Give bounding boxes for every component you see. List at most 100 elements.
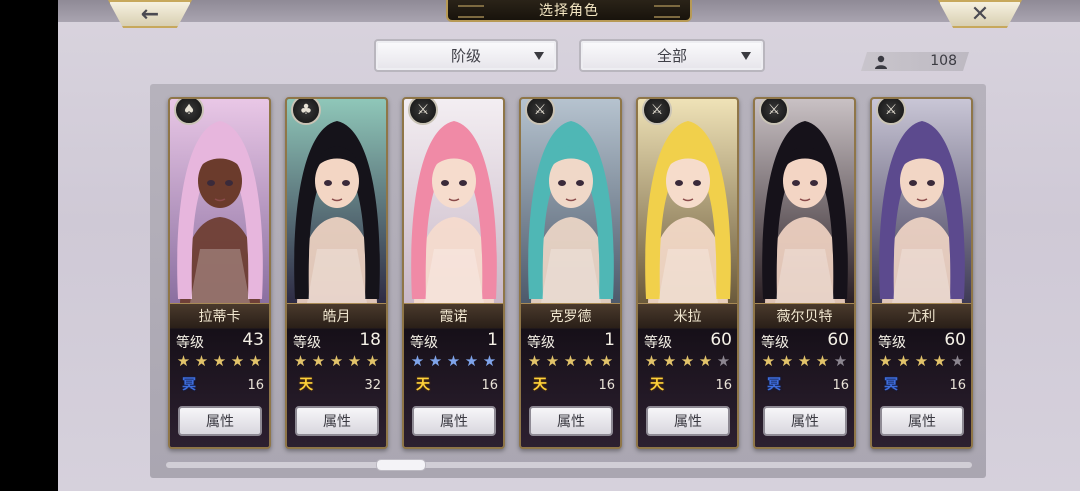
character-name-label: 皓月 (322, 309, 351, 325)
horizontal-scrollbar[interactable] (166, 462, 972, 468)
tier-count: 32 (364, 378, 381, 393)
character-card[interactable]: ♣ 皓月 等级 18 ★ ★ ★ ★ ★ 天 32 属性 (285, 97, 388, 449)
star-icon: ★ (293, 352, 308, 370)
attribute-button-label: 属性 (791, 414, 819, 430)
star-icon: ★ (716, 352, 731, 370)
type-filter-dropdown[interactable]: 全部 (579, 39, 765, 72)
character-name: 拉蒂卡 (170, 303, 269, 329)
roster-count-value: 108 (930, 53, 957, 69)
tier-count: 16 (832, 378, 849, 393)
tier-row: 天 16 (527, 376, 615, 396)
attribute-button[interactable]: 属性 (763, 406, 847, 436)
level-label: 等级 (293, 335, 321, 351)
level-row: 等级 60 (644, 330, 732, 351)
star-icon: ★ (779, 352, 794, 370)
title-plate: 选择角色 (446, 0, 692, 22)
star-icon: ★ (599, 352, 614, 370)
tier-count: 16 (247, 378, 264, 393)
star-icon: ★ (329, 352, 344, 370)
character-name: 尤利 (872, 303, 971, 329)
character-portrait (872, 99, 971, 303)
attribute-button-label: 属性 (557, 414, 585, 430)
character-name: 米拉 (638, 303, 737, 329)
dropdown-arrow-icon (534, 52, 544, 60)
level-label: 等级 (176, 335, 204, 351)
back-button[interactable]: ← (108, 0, 192, 28)
attribute-button-label: 属性 (440, 414, 468, 430)
dropdown-arrow-icon (741, 52, 751, 60)
character-card[interactable]: ⚔ 尤利 等级 60 ★ ★ ★ ★ ★ 冥 16 属性 (870, 97, 973, 449)
star-icon: ★ (230, 352, 245, 370)
level-value: 1 (487, 330, 498, 350)
tier-row: 冥 16 (761, 376, 849, 396)
star-icon: ★ (581, 352, 596, 370)
tier-count: 16 (949, 378, 966, 393)
tier-count: 16 (715, 378, 732, 393)
attribute-button[interactable]: 属性 (295, 406, 379, 436)
roster-count: 108 (861, 52, 969, 71)
close-button[interactable]: ✕ (938, 0, 1022, 28)
attribute-button[interactable]: 属性 (646, 406, 730, 436)
character-card[interactable]: ⚔ 克罗德 等级 1 ★ ★ ★ ★ ★ 天 16 属性 (519, 97, 622, 449)
level-value: 60 (944, 330, 966, 350)
star-icon: ★ (797, 352, 812, 370)
attribute-button[interactable]: 属性 (880, 406, 964, 436)
star-icon: ★ (932, 352, 947, 370)
character-name: 薇尔贝特 (755, 303, 854, 329)
level-row: 等级 60 (878, 330, 966, 351)
character-info: 等级 60 ★ ★ ★ ★ ★ 天 16 属性 (638, 328, 737, 447)
character-card[interactable]: ⚔ 霞诺 等级 1 ★ ★ ★ ★ ★ 天 16 属性 (402, 97, 505, 449)
star-icon: ★ (410, 352, 425, 370)
level-row: 等级 1 (410, 330, 498, 351)
character-card[interactable]: ♠ 拉蒂卡 等级 43 ★ ★ ★ ★ ★ 冥 16 属性 (168, 97, 271, 449)
star-icon: ★ (833, 352, 848, 370)
star-icon: ★ (347, 352, 362, 370)
tier-badge: 天 (650, 377, 664, 393)
star-icon: ★ (176, 352, 191, 370)
tier-row: 天 16 (410, 376, 498, 396)
rank-filter-dropdown[interactable]: 阶级 (374, 39, 558, 72)
attribute-button[interactable]: 属性 (412, 406, 496, 436)
star-rating: ★ ★ ★ ★ ★ (409, 353, 499, 369)
level-row: 等级 60 (761, 330, 849, 351)
person-icon (874, 55, 888, 69)
level-label: 等级 (761, 335, 789, 351)
star-icon: ★ (563, 352, 578, 370)
tier-row: 天 16 (644, 376, 732, 396)
star-icon: ★ (761, 352, 776, 370)
star-icon: ★ (644, 352, 659, 370)
tier-badge: 天 (416, 377, 430, 393)
star-icon: ★ (662, 352, 677, 370)
star-icon: ★ (698, 352, 713, 370)
character-portrait (287, 99, 386, 303)
level-value: 60 (710, 330, 732, 350)
type-filter-label: 全部 (656, 47, 687, 65)
attribute-button[interactable]: 属性 (529, 406, 613, 436)
character-info: 等级 1 ★ ★ ★ ★ ★ 天 16 属性 (521, 328, 620, 447)
character-info: 等级 1 ★ ★ ★ ★ ★ 天 16 属性 (404, 328, 503, 447)
character-portrait (521, 99, 620, 303)
level-row: 等级 18 (293, 330, 381, 351)
star-rating: ★ ★ ★ ★ ★ (877, 353, 967, 369)
title-ornament-right (654, 5, 680, 18)
tier-row: 冥 16 (878, 376, 966, 396)
back-arrow-icon: ← (140, 1, 160, 27)
character-name-label: 米拉 (673, 309, 702, 325)
close-icon: ✕ (970, 1, 990, 27)
attribute-button[interactable]: 属性 (178, 406, 262, 436)
level-label: 等级 (410, 335, 438, 351)
star-rating: ★ ★ ★ ★ ★ (643, 353, 733, 369)
character-card[interactable]: ⚔ 米拉 等级 60 ★ ★ ★ ★ ★ 天 16 属性 (636, 97, 739, 449)
character-info: 等级 60 ★ ★ ★ ★ ★ 冥 16 属性 (872, 328, 971, 447)
scrollbar-thumb[interactable] (376, 459, 426, 471)
character-card[interactable]: ⚔ 薇尔贝特 等级 60 ★ ★ ★ ★ ★ 冥 16 属性 (753, 97, 856, 449)
level-row: 等级 1 (527, 330, 615, 351)
star-icon: ★ (815, 352, 830, 370)
character-info: 等级 60 ★ ★ ★ ★ ★ 冥 16 属性 (755, 328, 854, 447)
level-value: 60 (827, 330, 849, 350)
star-rating: ★ ★ ★ ★ ★ (175, 353, 265, 369)
attribute-button-label: 属性 (674, 414, 702, 430)
tier-badge: 冥 (884, 377, 898, 393)
star-icon: ★ (212, 352, 227, 370)
tier-badge: 天 (533, 377, 547, 393)
